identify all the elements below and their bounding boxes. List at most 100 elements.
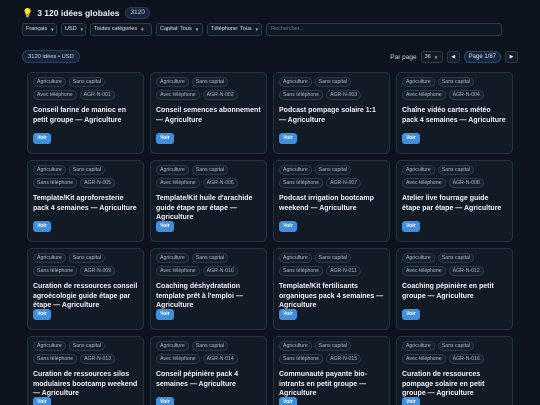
tag-badge: Agriculture	[156, 165, 189, 175]
idea-card[interactable]: Agriculture Sans capital Sans téléphone AGR…	[27, 336, 144, 405]
search-input[interactable]: Rechercher...	[266, 22, 502, 36]
view-button[interactable]: Voir	[279, 309, 297, 320]
tag-badge: Agriculture	[156, 77, 189, 87]
view-button[interactable]: Voir	[33, 309, 51, 320]
tag-list: Agriculture Sans capital Avec téléphone AGR…	[402, 77, 512, 100]
view-button[interactable]: Voir	[279, 221, 297, 232]
tag-badge: AGR-N-004	[448, 90, 484, 100]
tag-badge: Agriculture	[33, 341, 66, 351]
next-page-button[interactable]: ▶	[505, 51, 518, 63]
idea-card[interactable]: Agriculture Sans capital Avec téléphone AGR…	[27, 72, 144, 154]
idea-card[interactable]: Agriculture Sans capital Avec téléphone AGR…	[396, 72, 513, 154]
tag-badge: Sans capital	[68, 77, 106, 87]
card-title: Coaching déshydratation template prêt à …	[156, 283, 243, 309]
view-button[interactable]: Voir	[33, 397, 51, 405]
prev-page-button[interactable]: ◀	[446, 51, 460, 63]
chevron-down-icon: ▼	[254, 26, 260, 32]
card-title: Curation de ressources silos modulaires …	[33, 371, 138, 397]
idea-card[interactable]: Agriculture Sans capital Avec téléphone AGR…	[396, 248, 513, 330]
filter-bar: Français ▼ USD ▼ Toutes catégories ▼ Cap…	[22, 22, 502, 36]
tag-badge: Sans téléphone	[279, 266, 324, 276]
tag-badge: Agriculture	[33, 77, 66, 87]
view-button[interactable]: Voir	[156, 133, 174, 144]
tag-list: Agriculture Sans capital Avec téléphone AGR…	[402, 165, 512, 188]
tag-badge: AGR-N-008	[448, 178, 484, 188]
idea-card[interactable]: Agriculture Sans capital Sans téléphone AGR…	[27, 160, 144, 242]
idea-card[interactable]: Agriculture Sans capital Sans téléphone AGR…	[27, 248, 144, 330]
tag-list: Agriculture Sans capital Avec téléphone AGR…	[402, 253, 512, 276]
tag-badge: Sans téléphone	[33, 178, 78, 188]
idea-card[interactable]: Agriculture Sans capital Avec téléphone AGR…	[396, 160, 513, 242]
pagination: Par page 36 ▼ ◀ Page 1/87 ▶	[390, 50, 518, 64]
tag-badge: Avec téléphone	[402, 178, 446, 188]
tag-list: Agriculture Sans capital Sans téléphone AGR…	[279, 253, 389, 276]
idea-card[interactable]: Agriculture Sans capital Avec téléphone AGR…	[150, 248, 267, 330]
card-title: Chaîne vidéo cartes météo pack 4 semaine…	[402, 107, 506, 124]
chevron-down-icon: ▼	[79, 26, 85, 32]
per-page-value: 36	[424, 54, 431, 60]
language-select[interactable]: Français ▼	[22, 22, 57, 36]
card-title: Template/Kit huile d'arachide guide étap…	[156, 195, 253, 221]
card-title: Conseil pépinière pack 4 semaines — Agri…	[156, 371, 239, 388]
tag-list: Agriculture Sans capital Avec téléphone AGR…	[156, 341, 266, 364]
tag-badge: Avec téléphone	[402, 266, 446, 276]
tag-badge: Avec téléphone	[156, 354, 200, 364]
tag-badge: Sans capital	[437, 165, 475, 175]
category-value: Toutes catégories	[94, 26, 138, 32]
view-button[interactable]: Voir	[279, 397, 297, 405]
tag-list: Agriculture Sans capital Sans téléphone AGR…	[279, 77, 389, 100]
view-button[interactable]: Voir	[279, 133, 297, 144]
tag-badge: AGR-N-016	[448, 354, 484, 364]
category-select[interactable]: Toutes catégories ▼	[90, 22, 152, 36]
count-badge: 3120	[125, 7, 150, 19]
ideas-grid: Agriculture Sans capital Avec téléphone AGR…	[27, 72, 513, 405]
idea-card[interactable]: Agriculture Sans capital Avec téléphone AGR…	[150, 336, 267, 405]
tag-badge: AGR-N-011	[326, 266, 361, 276]
view-button[interactable]: Voir	[402, 221, 420, 232]
results-summary: 3120 idées • USD	[22, 50, 80, 63]
page-indicator: Page 1/87	[463, 51, 501, 63]
view-button[interactable]: Voir	[402, 133, 420, 144]
view-button[interactable]: Voir	[156, 309, 174, 320]
card-title: Curation de ressources pompage solaire e…	[402, 371, 485, 397]
capital-select[interactable]: Capital: Tous ▼	[156, 22, 203, 36]
view-button[interactable]: Voir	[156, 397, 174, 405]
view-button[interactable]: Voir	[156, 221, 174, 232]
idea-card[interactable]: Agriculture Sans capital Avec téléphone AGR…	[396, 336, 513, 405]
chevron-down-icon: ▼	[140, 26, 145, 32]
capital-value: Capital: Tous	[160, 26, 192, 32]
tag-badge: Sans capital	[191, 77, 229, 87]
currency-select[interactable]: USD ▼	[61, 22, 86, 36]
per-page-label: Par page	[390, 53, 417, 61]
tag-list: Agriculture Sans capital Avec téléphone AGR…	[156, 253, 266, 276]
card-title: Conseil semences abonnement — Agricultur…	[156, 107, 261, 124]
lightbulb-icon: 💡	[22, 7, 34, 18]
tag-badge: Agriculture	[33, 253, 66, 263]
tag-badge: Agriculture	[279, 77, 312, 87]
page-header: 💡 3 120 idées globales 3120	[22, 6, 150, 20]
idea-card[interactable]: Agriculture Sans capital Sans téléphone AGR…	[273, 248, 390, 330]
idea-card[interactable]: Agriculture Sans capital Sans téléphone AGR…	[273, 336, 390, 405]
tag-badge: Agriculture	[402, 253, 435, 263]
language-value: Français	[26, 26, 48, 32]
tag-list: Agriculture Sans capital Sans téléphone AGR…	[33, 165, 143, 188]
idea-card[interactable]: Agriculture Sans capital Sans téléphone AGR…	[273, 160, 390, 242]
tag-badge: Sans téléphone	[279, 90, 324, 100]
tag-badge: Agriculture	[402, 77, 435, 87]
tag-list: Agriculture Sans capital Sans téléphone AGR…	[33, 253, 143, 276]
tag-badge: Sans capital	[437, 253, 475, 263]
idea-card[interactable]: Agriculture Sans capital Avec téléphone AGR…	[150, 72, 267, 154]
view-button[interactable]: Voir	[402, 309, 420, 320]
tag-badge: Sans capital	[437, 341, 475, 351]
idea-card[interactable]: Agriculture Sans capital Avec téléphone AGR…	[150, 160, 267, 242]
phone-select[interactable]: Téléphone: Tous ▼	[207, 22, 262, 36]
tag-badge: Avec téléphone	[402, 354, 446, 364]
per-page-select[interactable]: 36 ▼	[420, 51, 443, 63]
tag-badge: Sans capital	[314, 341, 352, 351]
idea-card[interactable]: Agriculture Sans capital Sans téléphone AGR…	[273, 72, 390, 154]
chevron-down-icon: ▼	[194, 26, 200, 32]
view-button[interactable]: Voir	[402, 397, 420, 405]
view-button[interactable]: Voir	[33, 221, 51, 232]
tag-badge: Avec téléphone	[156, 178, 200, 188]
view-button[interactable]: Voir	[33, 133, 51, 144]
